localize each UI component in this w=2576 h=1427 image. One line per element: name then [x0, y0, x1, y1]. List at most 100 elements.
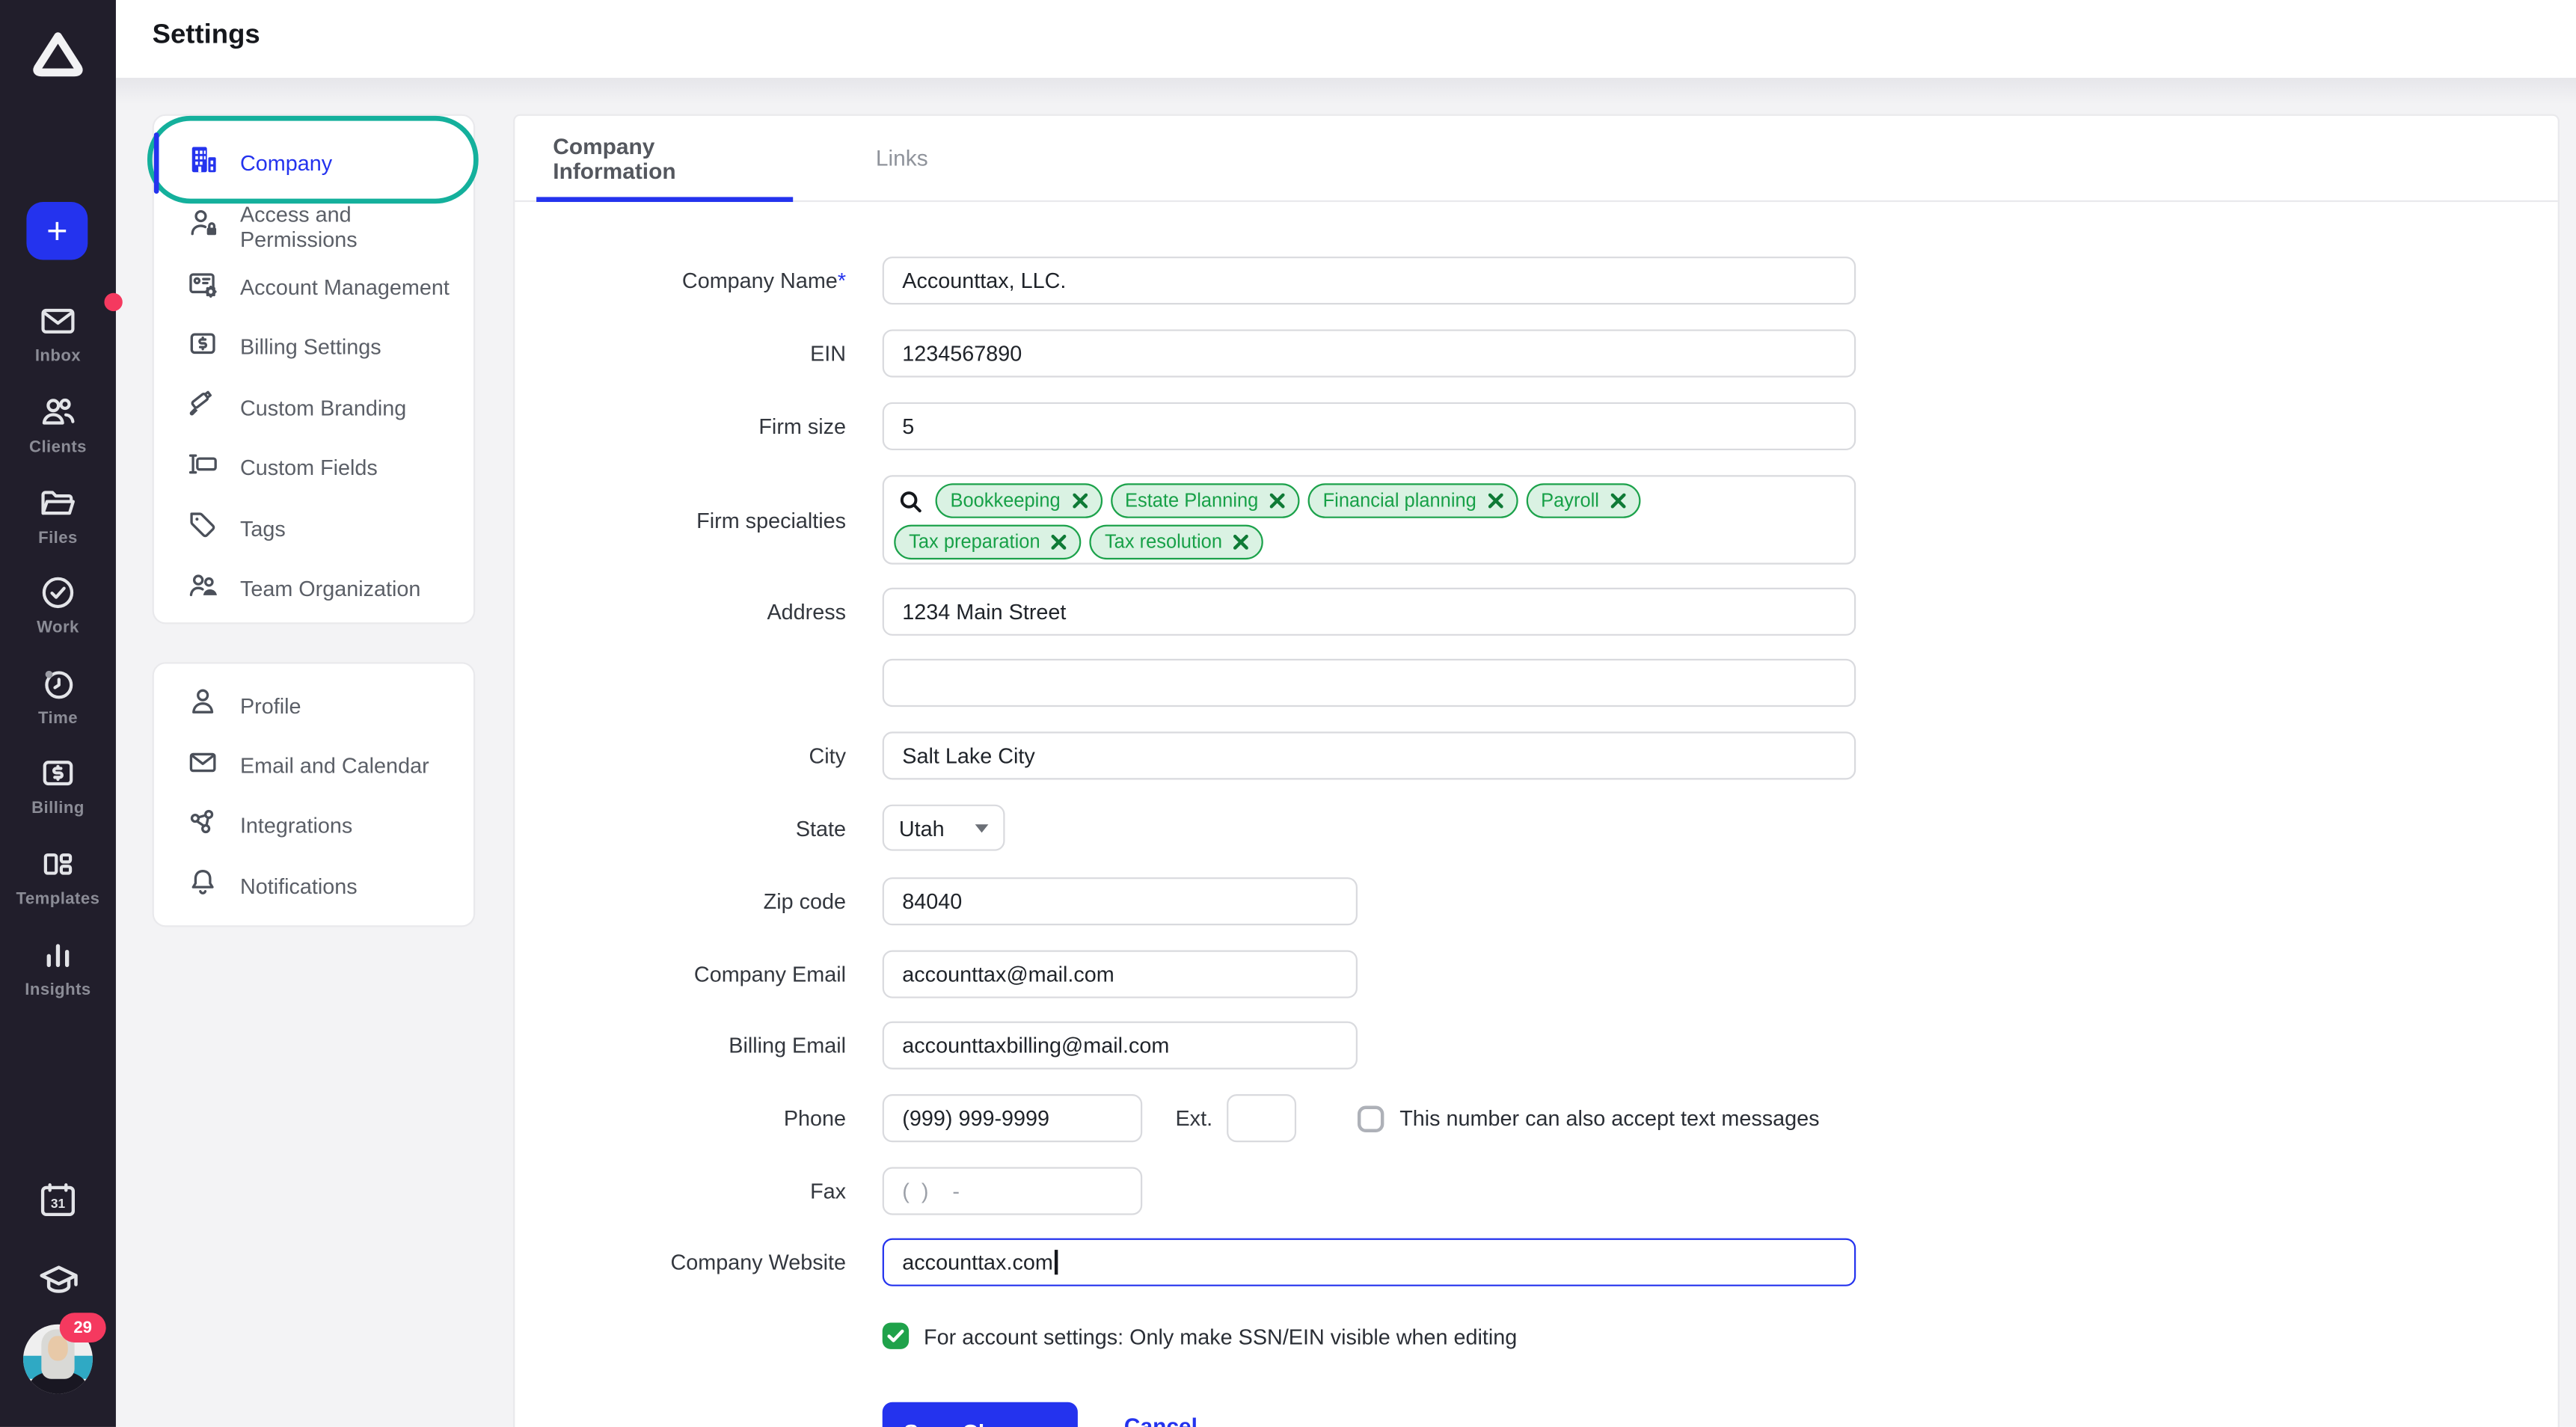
form-row-firm-size: Firm size — [546, 402, 1856, 450]
tag-icon — [187, 509, 218, 548]
address-line1-input[interactable] — [883, 588, 1856, 636]
specialty-tag: Bookkeeping — [936, 483, 1102, 518]
check-circle-icon — [38, 573, 78, 613]
active-item-indicator — [154, 132, 159, 194]
form-row-address2 — [546, 659, 1856, 707]
address-line2-input[interactable] — [883, 659, 1856, 707]
settings-nav-item-email-calendar[interactable]: Email and Calendar — [154, 736, 473, 797]
inbox-icon — [38, 301, 78, 341]
settings-nav-item-team-organization[interactable]: Team Organization — [154, 559, 473, 619]
sidebar-item-billing[interactable]: Billing — [0, 753, 116, 817]
sidebar-item-templates[interactable]: Templates — [0, 844, 116, 909]
settings-nav-item-profile[interactable]: Profile — [154, 675, 473, 736]
company-building-icon — [187, 143, 218, 182]
zip-code-input[interactable] — [883, 877, 1358, 925]
page-header: Settings — [116, 0, 2576, 78]
form-row-state: State Utah — [546, 805, 1005, 851]
settings-nav-panel-personal: Profile Email and Calendar Integrations … — [153, 662, 476, 927]
form-row-billing-email: Billing Email — [546, 1022, 1358, 1070]
billing-email-input[interactable] — [883, 1022, 1358, 1070]
field-label: State — [546, 815, 846, 840]
tab-links[interactable]: Links — [843, 116, 961, 200]
canopy-logo-icon[interactable] — [0, 26, 116, 82]
form-row-fax: Fax — [546, 1167, 1142, 1215]
sidebar-item-time[interactable]: Time — [0, 664, 116, 728]
settings-nav-item-account-management[interactable]: Account Management — [154, 257, 473, 318]
form-row-company-name: Company Name* — [546, 257, 1856, 304]
clock-icon — [38, 664, 78, 704]
page-title: Settings — [153, 20, 260, 52]
person-lock-icon — [187, 207, 218, 247]
ssn-visibility-checkbox[interactable] — [883, 1322, 909, 1348]
sidebar-item-label: Time — [38, 711, 78, 728]
tab-company-information[interactable]: Company Information — [536, 116, 793, 200]
sidebar-item-files[interactable]: Files — [0, 483, 116, 547]
form-row-ein: EIN — [546, 329, 1856, 377]
settings-nav-item-notifications[interactable]: Notifications — [154, 856, 473, 917]
field-label: Phone — [546, 1106, 846, 1131]
specialty-tag: Financial planning — [1308, 483, 1518, 518]
company-name-input[interactable] — [883, 257, 1856, 304]
remove-tag-icon[interactable] — [1270, 494, 1285, 509]
svg-text:31: 31 — [51, 1196, 66, 1211]
specialty-tag: Payroll — [1526, 483, 1640, 518]
settings-nav-label: Team Organization — [240, 576, 421, 601]
sidebar-item-label: Inbox — [35, 348, 81, 366]
save-changes-button[interactable]: Save Changes — [883, 1402, 1078, 1427]
team-icon — [187, 568, 218, 608]
settings-nav-item-tags[interactable]: Tags — [154, 498, 473, 559]
ein-input[interactable] — [883, 329, 1856, 377]
form-row-ssn-visibility: For account settings: Only make SSN/EIN … — [883, 1322, 1518, 1348]
field-label: Company Email — [546, 962, 846, 986]
remove-tag-icon[interactable] — [1610, 494, 1625, 509]
settings-nav-item-billing-settings[interactable]: Billing Settings — [154, 317, 473, 378]
sidebar-item-label: Billing — [31, 800, 85, 817]
sidebar-item-label: Work — [37, 619, 79, 637]
sidebar-item-label: Clients — [29, 439, 87, 457]
specialty-tag: Tax preparation — [894, 525, 1082, 559]
app-window: Settings + Inbox Clients — [0, 0, 2576, 1427]
calendar-icon[interactable]: 31 — [0, 1179, 116, 1222]
phone-input[interactable] — [883, 1094, 1142, 1142]
firm-size-input[interactable] — [883, 402, 1856, 450]
sidebar-item-clients[interactable]: Clients — [0, 393, 116, 457]
remove-tag-icon[interactable] — [1234, 535, 1249, 550]
city-input[interactable] — [883, 731, 1856, 779]
settings-nav-label: Account Management — [240, 275, 450, 300]
settings-nav-item-custom-branding[interactable]: Custom Branding — [154, 378, 473, 438]
settings-nav-item-access-permissions[interactable]: Access and Permissions — [154, 197, 473, 257]
required-asterisk: * — [838, 268, 846, 293]
settings-nav-item-company[interactable]: Company — [154, 129, 473, 197]
remove-tag-icon[interactable] — [1052, 535, 1067, 550]
sidebar-item-inbox[interactable]: Inbox — [0, 301, 116, 366]
company-website-input[interactable]: accounttax.com — [883, 1239, 1856, 1286]
cancel-button[interactable]: Cancel — [1114, 1412, 1208, 1427]
settings-nav-label: Access and Permissions — [240, 202, 473, 251]
folder-icon — [38, 483, 78, 523]
graduation-cap-icon[interactable] — [0, 1258, 116, 1303]
input-cursor-icon — [187, 448, 218, 488]
state-select-value: Utah — [899, 815, 945, 840]
state-select[interactable]: Utah — [883, 805, 1005, 851]
phone-ext-input[interactable] — [1227, 1094, 1297, 1142]
sidebar-item-work[interactable]: Work — [0, 573, 116, 637]
settings-nav-label: Profile — [240, 693, 301, 718]
ssn-visibility-label: For account settings: Only make SSN/EIN … — [924, 1324, 1517, 1348]
sms-checkbox[interactable] — [1358, 1105, 1384, 1131]
settings-nav-item-integrations[interactable]: Integrations — [154, 796, 473, 856]
settings-nav-item-custom-fields[interactable]: Custom Fields — [154, 438, 473, 499]
field-label: Company Website — [546, 1250, 846, 1274]
specialty-tag: Estate Planning — [1110, 483, 1300, 518]
remove-tag-icon[interactable] — [1488, 494, 1503, 509]
field-label: Zip code — [546, 889, 846, 914]
firm-specialties-multiselect[interactable]: Bookkeeping Estate Planning Financial pl… — [883, 475, 1856, 565]
fax-input[interactable] — [883, 1167, 1142, 1215]
remove-tag-icon[interactable] — [1072, 494, 1087, 509]
company-email-input[interactable] — [883, 950, 1358, 998]
global-add-button[interactable]: + — [26, 202, 88, 260]
sidebar-item-insights[interactable]: Insights — [0, 936, 116, 1000]
clients-icon — [38, 393, 78, 432]
field-label: Address — [546, 599, 846, 624]
settings-nav-label: Integrations — [240, 814, 352, 838]
specialty-tag: Tax resolution — [1090, 525, 1263, 559]
